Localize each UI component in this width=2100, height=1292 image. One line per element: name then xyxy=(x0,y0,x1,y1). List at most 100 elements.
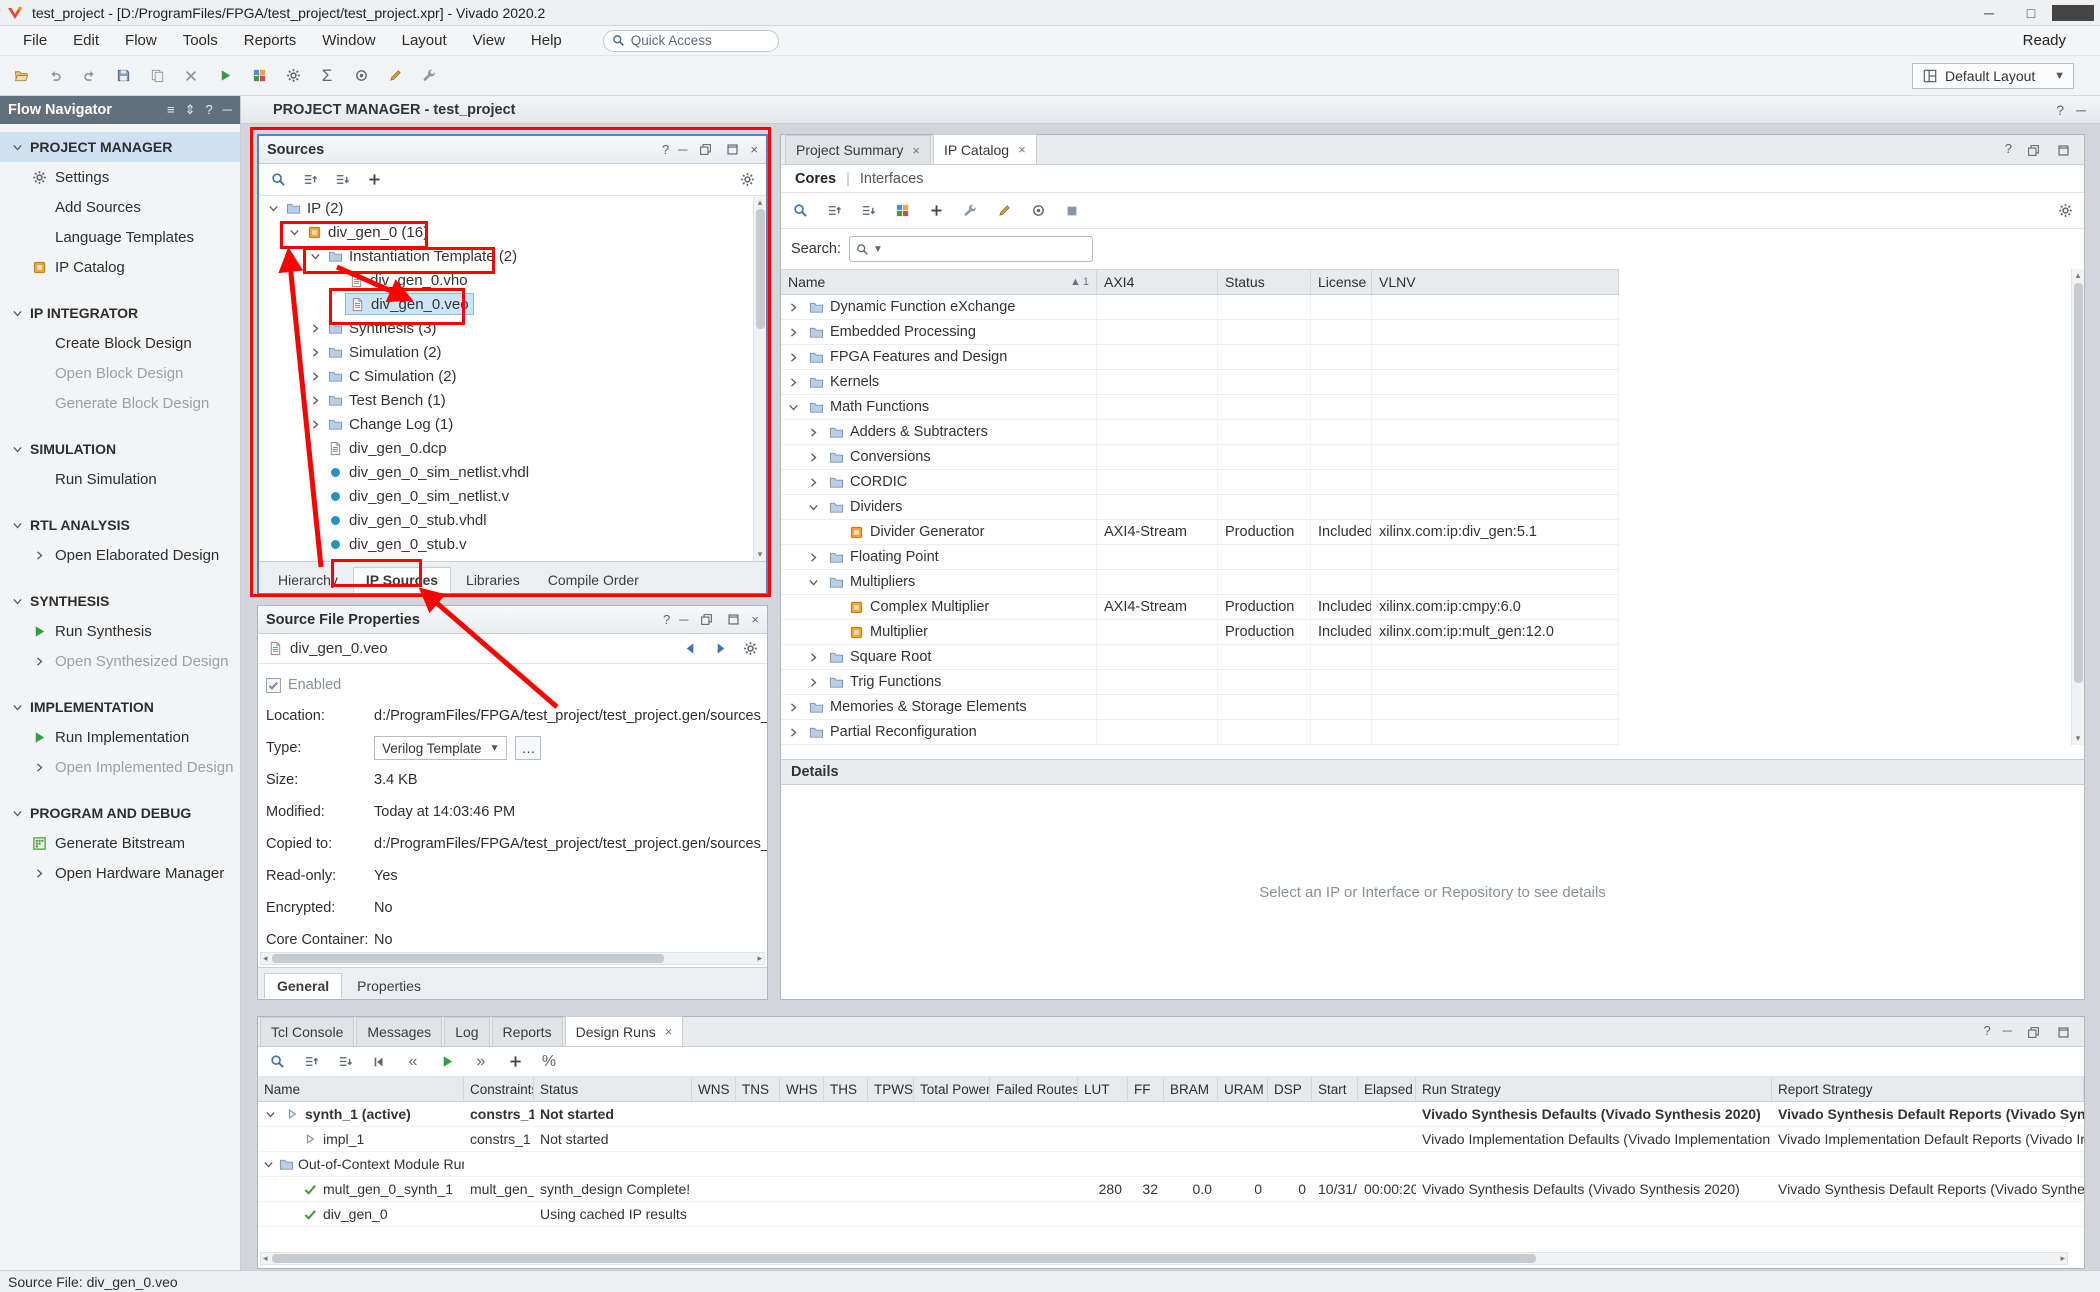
ip-catalog-row[interactable]: Dividers xyxy=(781,495,1619,520)
chevron-right-icon[interactable] xyxy=(785,726,802,739)
flow-section-header[interactable]: SYNTHESIS xyxy=(0,586,240,616)
tree-item[interactable]: div_gen_0.vho xyxy=(259,268,766,292)
column-header-tns[interactable]: TNS xyxy=(736,1077,780,1101)
ip-catalog-row[interactable]: Complex MultiplierAXI4-StreamProductionI… xyxy=(781,595,1619,620)
design-run-row[interactable]: mult_gen_0_synth_1mult_gen_0synth_design… xyxy=(258,1177,2084,1202)
chevron-down-icon[interactable] xyxy=(805,576,822,589)
menu-file[interactable]: File xyxy=(10,29,60,52)
chevron-right-icon[interactable] xyxy=(307,346,324,359)
flow-section-header[interactable]: SIMULATION xyxy=(0,434,240,464)
column-header-uram[interactable]: URAM xyxy=(1218,1077,1268,1101)
tree-item[interactable]: div_gen_0.veo xyxy=(259,292,766,316)
search-icon[interactable] xyxy=(265,167,291,193)
scrollbar-thumb[interactable] xyxy=(2074,283,2083,683)
tree-item[interactable]: Simulation (2) xyxy=(259,340,766,364)
menu-flow[interactable]: Flow xyxy=(112,29,170,52)
chevron-down-icon[interactable] xyxy=(8,304,26,322)
column-header-report-strategy[interactable]: Report Strategy xyxy=(1772,1077,2084,1101)
chevron-right-icon[interactable] xyxy=(30,652,48,670)
chevron-right-icon[interactable] xyxy=(30,758,48,776)
ip-catalog-row[interactable]: Adders & Subtracters xyxy=(781,420,1619,445)
scroll-down-icon[interactable]: ▾ xyxy=(754,549,766,560)
menu-window[interactable]: Window xyxy=(309,29,388,52)
customize-icon[interactable] xyxy=(957,198,983,224)
maximize-icon[interactable] xyxy=(723,141,741,159)
scroll-left-icon[interactable]: ◂ xyxy=(261,953,270,964)
column-header-name[interactable]: Name xyxy=(258,1077,464,1101)
tree-item[interactable]: C Simulation (2) xyxy=(259,364,766,388)
help-icon[interactable]: ? xyxy=(2005,141,2012,159)
column-header-name[interactable]: Name▲1 xyxy=(781,270,1097,294)
delete-icon[interactable] xyxy=(178,63,204,89)
help-icon[interactable]: ? xyxy=(1984,1023,1991,1041)
expand-all-icon[interactable] xyxy=(329,167,355,193)
chevron-down-icon[interactable] xyxy=(8,804,26,822)
collapse-all-icon[interactable] xyxy=(821,198,847,224)
ip-catalog-row[interactable]: Floating Point xyxy=(781,545,1619,570)
chevron-right-icon[interactable] xyxy=(785,326,802,339)
flow-item-language-templates[interactable]: Language Templates xyxy=(0,222,240,252)
sources-vertical-scrollbar[interactable]: ▴▾ xyxy=(753,196,766,561)
scrollbar-thumb[interactable] xyxy=(272,1254,1536,1263)
chevron-right-icon[interactable] xyxy=(30,546,48,564)
collapse-all-icon[interactable] xyxy=(297,167,323,193)
chevron-down-icon[interactable] xyxy=(8,516,26,534)
menu-layout[interactable]: Layout xyxy=(389,29,460,52)
maximize-icon[interactable] xyxy=(2054,141,2072,159)
type-dropdown[interactable]: Verilog Template▼ xyxy=(374,736,507,760)
save-icon[interactable] xyxy=(110,63,136,89)
sigma-icon[interactable]: Σ xyxy=(314,63,340,89)
flow-item-open-hardware-manager[interactable]: Open Hardware Manager xyxy=(0,858,240,888)
create-run-icon[interactable] xyxy=(502,1049,528,1075)
flow-section-header[interactable]: IP INTEGRATOR xyxy=(0,298,240,328)
menu-help[interactable]: Help xyxy=(518,29,575,52)
menu-tools[interactable]: Tools xyxy=(170,29,231,52)
minimize-icon[interactable]: ─ xyxy=(223,102,232,118)
scroll-left-icon[interactable]: ◂ xyxy=(261,1253,270,1264)
design-run-row[interactable]: impl_1constrs_1Not startedVivado Impleme… xyxy=(258,1127,2084,1152)
gear-icon[interactable] xyxy=(2052,198,2078,224)
chevron-down-icon[interactable] xyxy=(8,138,26,156)
ip-catalog-row[interactable]: Kernels xyxy=(781,370,1619,395)
minimize-icon[interactable]: ─ xyxy=(678,142,687,157)
edit-icon[interactable] xyxy=(991,198,1017,224)
tree-item[interactable]: div_gen_0.dcp xyxy=(259,436,766,460)
settings-icon[interactable] xyxy=(280,63,306,89)
close-icon[interactable]: × xyxy=(1018,142,1026,157)
layout-selector[interactable]: Default Layout ▼ xyxy=(1912,63,2074,89)
gear-icon[interactable] xyxy=(734,167,760,193)
search-icon[interactable] xyxy=(787,198,813,224)
ip-catalog-row[interactable]: Math Functions xyxy=(781,395,1619,420)
scrollbar-thumb[interactable] xyxy=(756,209,765,329)
float-icon[interactable] xyxy=(697,611,715,629)
float-icon[interactable] xyxy=(2024,1023,2042,1041)
flow-section-header[interactable]: PROGRAM AND DEBUG xyxy=(0,798,240,828)
tab-project-summary[interactable]: Project Summary× xyxy=(785,135,931,164)
scroll-up-icon[interactable]: ▴ xyxy=(2072,270,2084,281)
column-header-status[interactable]: Status xyxy=(534,1077,692,1101)
forward-icon[interactable] xyxy=(711,640,729,658)
group-by-icon[interactable] xyxy=(889,198,915,224)
tab-design-runs[interactable]: Design Runs× xyxy=(565,1016,684,1046)
reports-icon[interactable] xyxy=(246,63,272,89)
chevron-right-icon[interactable] xyxy=(307,418,324,431)
scroll-right-icon[interactable]: ▸ xyxy=(755,953,764,964)
chevron-down-icon[interactable] xyxy=(8,592,26,610)
chevron-right-icon[interactable] xyxy=(785,301,802,314)
undo-icon[interactable] xyxy=(42,63,68,89)
ip-catalog-vertical-scrollbar[interactable]: ▴ ▾ xyxy=(2071,269,2084,745)
column-header-dsp[interactable]: DSP xyxy=(1268,1077,1312,1101)
design-runs-horizontal-scrollbar[interactable]: ◂ ▸ xyxy=(260,1252,2068,1265)
chevron-right-icon[interactable] xyxy=(785,351,802,364)
ip-catalog-row[interactable]: Partial Reconfiguration xyxy=(781,720,1619,745)
help-icon[interactable]: ? xyxy=(206,102,213,118)
menu-reports[interactable]: Reports xyxy=(231,29,310,52)
column-header-vlnv[interactable]: VLNV xyxy=(1372,270,1619,294)
search-icon[interactable] xyxy=(264,1049,290,1075)
flow-menu-icon[interactable]: ≡ xyxy=(167,102,175,118)
tab-log[interactable]: Log xyxy=(444,1017,489,1046)
design-run-row[interactable]: synth_1 (active)constrs_1Not startedViva… xyxy=(258,1102,2084,1127)
maximize-icon[interactable] xyxy=(724,611,742,629)
customize-icon[interactable] xyxy=(416,63,442,89)
tab-hierarchy[interactable]: Hierarchy xyxy=(265,567,351,593)
